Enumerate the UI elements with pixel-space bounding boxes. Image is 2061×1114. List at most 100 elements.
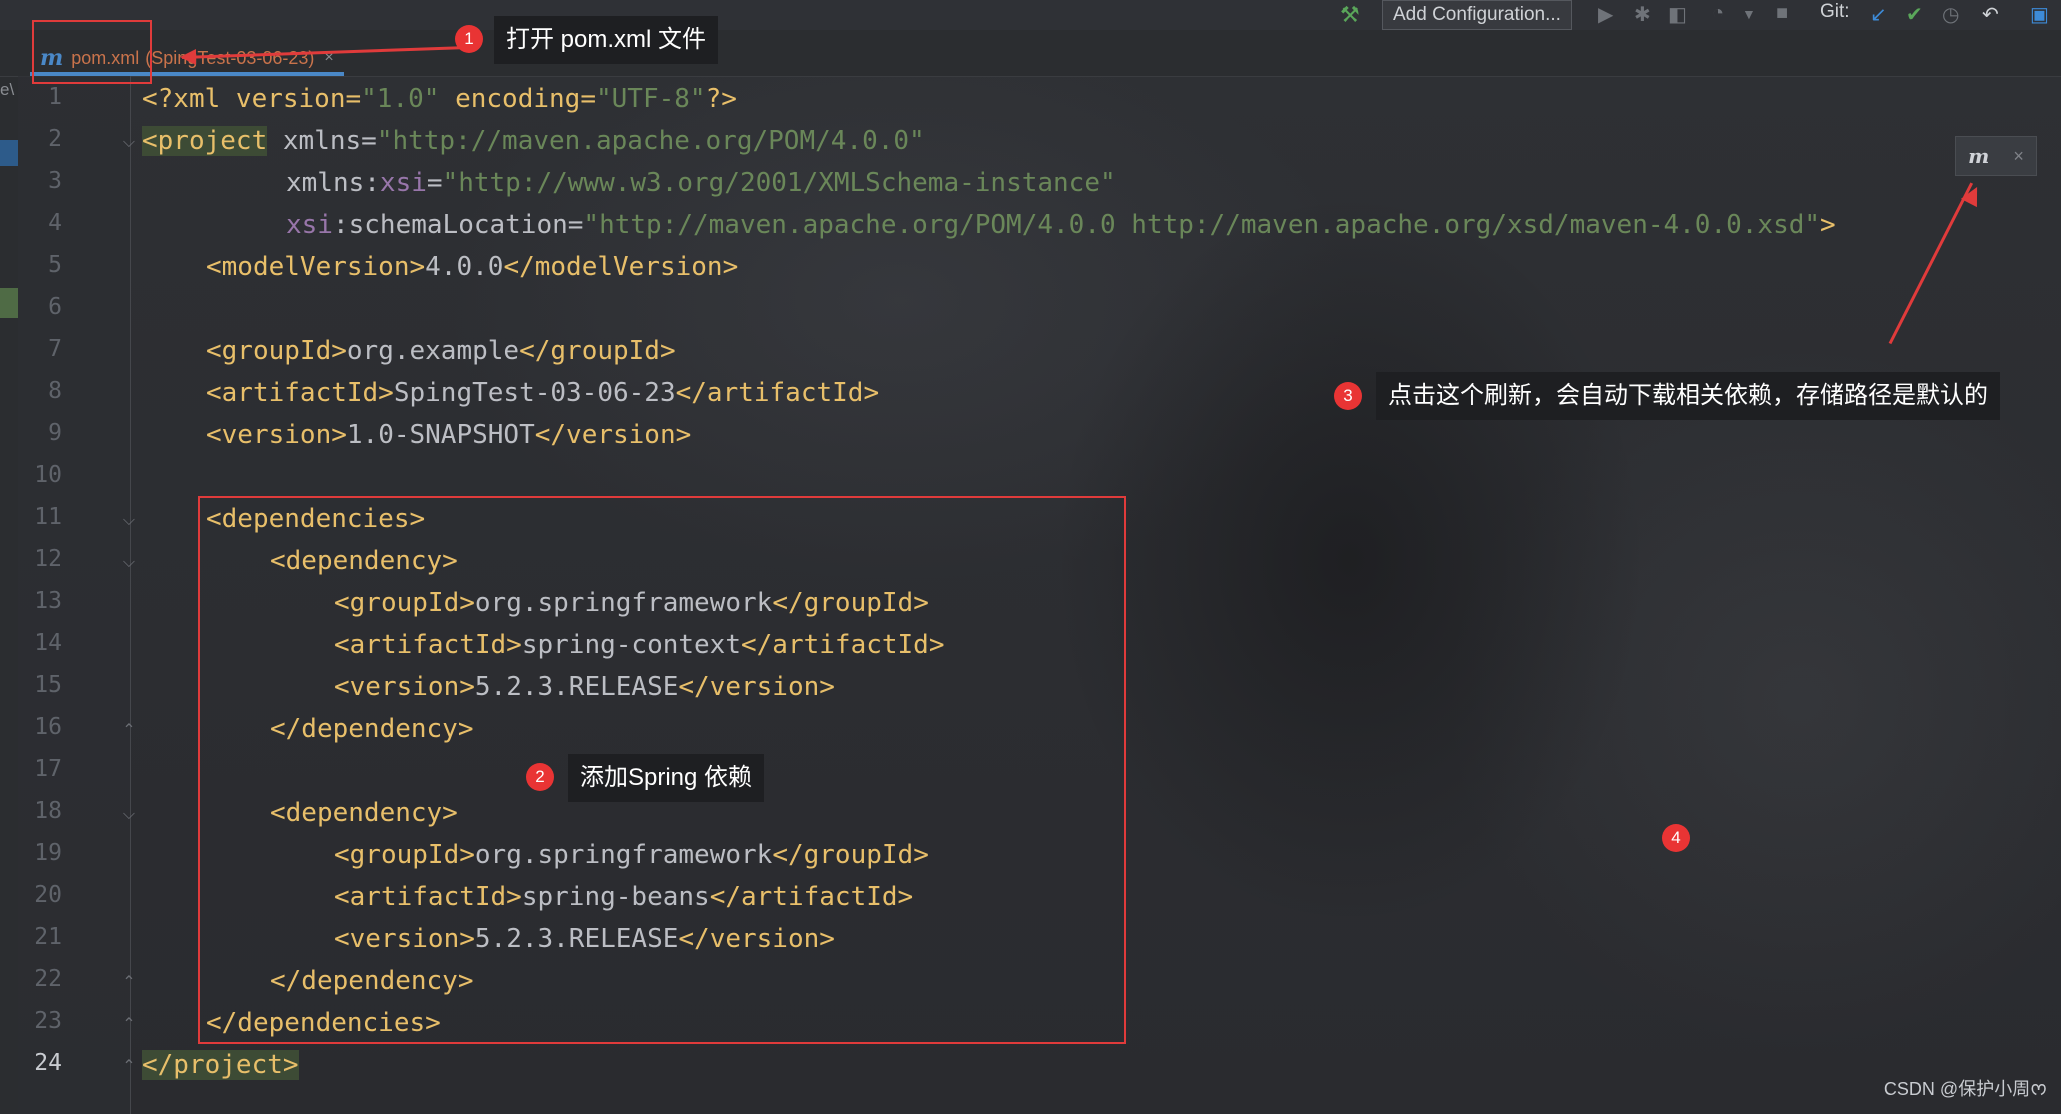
line-number: 3 <box>48 168 62 194</box>
build-hammer-icon[interactable]: ⚒ <box>1340 2 1360 28</box>
xml-tag: </groupId> <box>519 336 676 366</box>
xml-tag: <modelVersion> <box>206 252 426 282</box>
string-value: "http://www.w3.org/2001/XMLSchema-instan… <box>442 168 1116 198</box>
fold-marker-icon[interactable]: ⌵ <box>120 511 138 531</box>
run-icon[interactable]: ▶ <box>1598 2 1613 27</box>
callout-step1: 打开 pom.xml 文件 <box>494 16 719 64</box>
line-number: 6 <box>48 294 62 320</box>
xml-text: 4.0.0 <box>425 252 504 282</box>
line-number: 2 <box>48 126 62 152</box>
xml-decl: <?xml version= <box>142 84 362 114</box>
history-icon[interactable]: ◷ <box>1942 2 1959 27</box>
xml-tag: </project> <box>142 1050 299 1080</box>
xml-attr: :schemaLocation= <box>332 210 584 240</box>
line-number: 16 <box>34 714 62 740</box>
xml-tag: </version> <box>534 420 692 450</box>
top-toolbar: ⚒ Add Configuration... ▶ ✱ ◧ ◔ ▼ ■ Git: … <box>0 0 2061 30</box>
string-value: "UTF-8" <box>595 84 706 114</box>
line-number: 19 <box>34 840 62 866</box>
add-configuration-button[interactable]: Add Configuration... <box>1382 0 1572 30</box>
line-number: 23 <box>34 1008 62 1034</box>
xml-tag: <version> <box>206 420 347 450</box>
fold-marker-icon[interactable]: ⌵ <box>120 133 138 153</box>
fold-marker-icon[interactable]: ⌃ <box>120 973 138 993</box>
line-number: 22 <box>34 966 62 992</box>
line-number: 15 <box>34 672 62 698</box>
step-badge-3: 3 <box>1334 382 1362 410</box>
left-panel-stub <box>0 30 18 1114</box>
xml-decl: ?> <box>705 84 737 114</box>
callout-step3: 点击这个刷新，会自动下载相关依赖，存储路径是默认的 <box>1376 372 2000 420</box>
maven-reload-icon[interactable]: m <box>1968 144 1989 168</box>
line-number: 7 <box>48 336 62 362</box>
code-line-3[interactable]: xmlns:xsi="http://www.w3.org/2001/XMLSch… <box>286 162 1116 204</box>
xml-text: org.example <box>346 336 520 366</box>
string-value: "http://maven.apache.org/POM/4.0.0 http:… <box>583 210 1821 240</box>
fold-marker-icon[interactable]: ⌃ <box>120 721 138 741</box>
step-badge-1: 1 <box>455 25 483 53</box>
xml-attr: xmlns= <box>267 126 377 156</box>
code-line-9[interactable]: <version>1.0-SNAPSHOT</version> <box>206 414 691 456</box>
left-panel-marker <box>0 140 18 166</box>
line-number: 4 <box>48 210 62 236</box>
xml-tag: <artifactId> <box>206 378 394 408</box>
rollback-icon[interactable]: ↶ <box>1982 2 1999 27</box>
line-number: 24 <box>34 1050 62 1076</box>
highlight-box-tab <box>32 20 152 84</box>
coverage-icon[interactable]: ◧ <box>1668 2 1687 27</box>
code-line-7[interactable]: <groupId>org.example</groupId> <box>206 330 676 372</box>
xml-decl: encoding= <box>439 84 596 114</box>
debug-icon[interactable]: ✱ <box>1634 2 1651 27</box>
line-number: 17 <box>34 756 62 782</box>
project-structure-icon[interactable]: ▣ <box>2030 2 2049 27</box>
code-line-5[interactable]: <modelVersion>4.0.0</modelVersion> <box>206 246 738 288</box>
fold-marker-icon[interactable]: ⌵ <box>120 805 138 825</box>
fold-marker-icon[interactable]: ⌵ <box>120 553 138 573</box>
line-number: 20 <box>34 882 62 908</box>
xml-attr: = <box>426 168 443 198</box>
string-value: "http://maven.apache.org/POM/4.0.0" <box>376 126 925 156</box>
close-icon[interactable]: × <box>2013 146 2024 167</box>
xml-tag: > <box>1820 210 1836 240</box>
xml-tag: <groupId> <box>206 336 347 366</box>
callout-step2: 添加Spring 依赖 <box>568 754 765 802</box>
line-number: 9 <box>48 420 62 446</box>
tab-project-name: (SpingTest-03-06-23) <box>145 47 315 68</box>
git-label: Git: <box>1820 1 1850 22</box>
line-number: 8 <box>48 378 62 404</box>
xml-attr: xmlns: <box>286 168 380 198</box>
code-line-8[interactable]: <artifactId>SpingTest-03-06-23</artifact… <box>206 372 879 414</box>
code-line-24[interactable]: </project> <box>142 1044 299 1086</box>
arrowhead-step1 <box>180 49 196 65</box>
line-number: 12 <box>34 546 62 572</box>
gutter-divider <box>130 76 131 1114</box>
maven-reload-popup: m × <box>1955 136 2037 176</box>
left-panel-marker <box>0 288 18 318</box>
line-number: 10 <box>34 462 62 488</box>
xml-tag: <project <box>142 126 268 156</box>
xml-namespace: xsi <box>286 210 333 240</box>
watermark: CSDN @保护小周ᰔ <box>1883 1079 2047 1099</box>
left-panel-text: e\ <box>0 80 15 99</box>
vcs-commit-icon[interactable]: ✔ <box>1906 2 1923 27</box>
fold-marker-icon[interactable]: ⌃ <box>120 1015 138 1035</box>
xml-tag: </artifactId> <box>675 378 880 408</box>
line-number: 11 <box>34 504 62 530</box>
step-badge-4: 4 <box>1662 824 1690 852</box>
line-number: 13 <box>34 588 62 614</box>
profile-icon[interactable]: ◔ <box>1712 2 1724 25</box>
stop-icon[interactable]: ■ <box>1776 2 1788 25</box>
code-line-4[interactable]: xsi:schemaLocation="http://maven.apache.… <box>286 204 1836 246</box>
line-number: 18 <box>34 798 62 824</box>
code-line-1[interactable]: <?xml version="1.0" encoding="UTF-8"?> <box>142 78 737 120</box>
string-value: "1.0" <box>361 84 440 114</box>
xml-tag: </modelVersion> <box>503 252 739 282</box>
dropdown-icon[interactable]: ▼ <box>1742 6 1756 22</box>
line-number: 14 <box>34 630 62 656</box>
xml-text: 1.0-SNAPSHOT <box>346 420 535 450</box>
vcs-update-icon[interactable]: ↙ <box>1870 2 1887 27</box>
xml-namespace: xsi <box>379 168 427 198</box>
code-line-2[interactable]: <project xmlns="http://maven.apache.org/… <box>142 120 925 162</box>
line-number: 21 <box>34 924 62 950</box>
fold-marker-icon[interactable]: ⌃ <box>120 1057 138 1077</box>
